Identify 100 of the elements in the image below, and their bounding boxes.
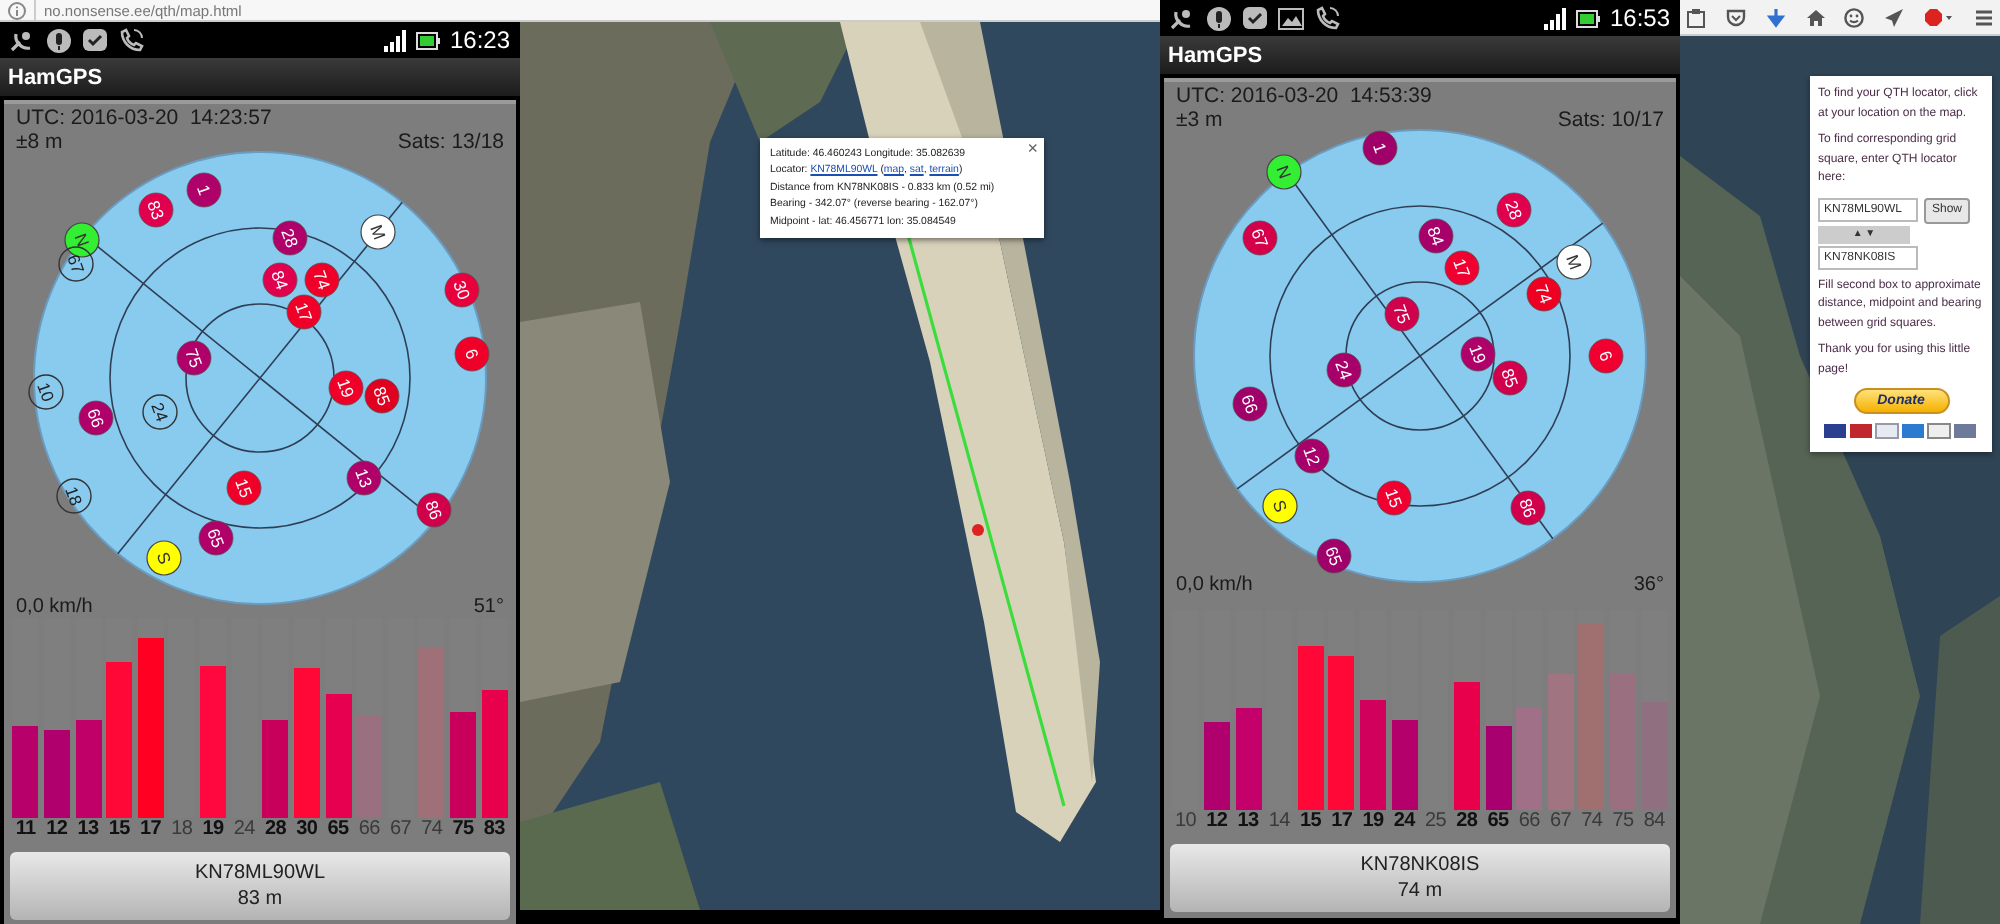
satellite-marker: 28 bbox=[1496, 192, 1532, 228]
microphone-icon bbox=[1206, 5, 1232, 31]
satellite-number: 24 bbox=[233, 818, 255, 842]
battery-icon bbox=[1575, 9, 1600, 27]
app-title: HamGPS bbox=[0, 58, 520, 96]
app-title: HamGPS bbox=[1160, 36, 1680, 74]
satellite-number: 17 bbox=[140, 818, 162, 842]
satellite-number: 66 bbox=[358, 818, 380, 842]
download-icon[interactable] bbox=[1765, 7, 1786, 27]
info-icon bbox=[8, 1, 26, 19]
satellite-marker: 17 bbox=[286, 294, 322, 330]
locator-button[interactable]: KN78ML90WL 83 m bbox=[10, 852, 510, 920]
satellite-number: 67 bbox=[1550, 810, 1572, 834]
smiley-icon[interactable] bbox=[1844, 7, 1865, 27]
chat-check-icon bbox=[82, 27, 108, 53]
satellite-marker: 19 bbox=[328, 370, 364, 406]
heading-text: 36° bbox=[1633, 574, 1664, 596]
clipboard-icon[interactable] bbox=[1686, 7, 1706, 27]
satellite-marker: 24 bbox=[1326, 352, 1362, 388]
chat-check-icon bbox=[1242, 5, 1268, 31]
satellite-marker: 1 bbox=[186, 172, 222, 208]
phone-icon bbox=[118, 27, 144, 53]
image-icon bbox=[1278, 5, 1304, 31]
satellite-number: 28 bbox=[265, 818, 287, 842]
satellite-number: 75 bbox=[452, 818, 474, 842]
satellite-number: 15 bbox=[108, 818, 130, 842]
compass-marker: M bbox=[360, 214, 396, 250]
satellite-marker: 85 bbox=[1492, 360, 1528, 396]
satellite-number: 84 bbox=[1643, 810, 1665, 834]
satellite-number: 17 bbox=[1331, 810, 1353, 834]
satellite-marker: 65 bbox=[1316, 538, 1352, 574]
close-button[interactable]: × bbox=[1027, 140, 1038, 158]
locator-button[interactable]: KN78NK08IS 74 m bbox=[1170, 844, 1670, 912]
satellite-number: 18 bbox=[171, 818, 193, 842]
satellite-number: 67 bbox=[390, 818, 412, 842]
satellite-icon bbox=[10, 27, 36, 53]
send-icon[interactable] bbox=[1884, 7, 1905, 27]
satellite-marker: 83 bbox=[138, 192, 174, 228]
satellite-marker: 18 bbox=[56, 478, 92, 514]
satellite-marker: 12 bbox=[1294, 438, 1330, 474]
payment-cards-icon bbox=[1823, 422, 1979, 440]
map-drawing[interactable] bbox=[520, 22, 1160, 910]
satellite-number: 13 bbox=[1237, 810, 1259, 834]
satellite-marker: 28 bbox=[272, 220, 308, 256]
satellite-marker: 30 bbox=[444, 272, 480, 308]
satellite-marker: 6 bbox=[1588, 338, 1624, 374]
phone-icon bbox=[1314, 5, 1340, 31]
satellite-marker: 74 bbox=[304, 262, 340, 298]
satellite-number: 10 bbox=[1175, 810, 1197, 834]
battery-icon bbox=[415, 31, 440, 49]
satellite-icon bbox=[1170, 5, 1196, 31]
satellite-number: 11 bbox=[15, 818, 36, 842]
microphone-icon bbox=[46, 27, 72, 53]
satellite-marker: 84 bbox=[262, 262, 298, 298]
clock-time: 16:23 bbox=[449, 26, 510, 54]
compass-marker: N bbox=[1266, 154, 1302, 190]
accuracy-text: ±3 m bbox=[1176, 108, 1223, 132]
accuracy-text: ±8 m bbox=[16, 130, 63, 154]
satellite-marker: 15 bbox=[226, 470, 262, 506]
satellite-number: 75 bbox=[1612, 810, 1634, 834]
signal-icon bbox=[383, 29, 406, 51]
location-marker bbox=[972, 524, 984, 536]
satellite-number: 83 bbox=[483, 818, 505, 842]
pocket-icon[interactable] bbox=[1725, 7, 1746, 27]
satellite-number: 28 bbox=[1456, 810, 1478, 834]
satellite-marker: 84 bbox=[1418, 218, 1454, 254]
satellite-marker: 13 bbox=[346, 460, 382, 496]
satellite-marker: 24 bbox=[142, 394, 178, 430]
satellite-number: 65 bbox=[327, 818, 349, 842]
menu-icon[interactable] bbox=[1973, 7, 1994, 27]
speed-text: 0,0 km/h bbox=[1176, 574, 1253, 596]
satellite-marker: 6 bbox=[454, 336, 490, 372]
utc-time: UTC: 2016-03-20 14:53:39 bbox=[1176, 84, 1434, 108]
satellite-number: 24 bbox=[1393, 810, 1415, 834]
satellite-marker: 10 bbox=[28, 374, 64, 410]
satellite-marker: 75 bbox=[1384, 296, 1420, 332]
compass-marker: S bbox=[1262, 488, 1298, 524]
satellite-number: 12 bbox=[46, 818, 68, 842]
satellite-number: 74 bbox=[421, 818, 443, 842]
signal-icon bbox=[1543, 7, 1566, 29]
satellite-count: Sats: 10/17 bbox=[1557, 108, 1664, 132]
satellite-number: 19 bbox=[1362, 810, 1384, 834]
satellite-number: 14 bbox=[1268, 810, 1290, 834]
satellite-marker: 75 bbox=[176, 340, 212, 376]
heading-text: 51° bbox=[473, 596, 504, 618]
home-icon[interactable] bbox=[1805, 7, 1826, 27]
speed-text: 0,0 km/h bbox=[16, 596, 93, 618]
satellite-number: 30 bbox=[296, 818, 318, 842]
satellite-number: 65 bbox=[1487, 810, 1509, 834]
clock-time: 16:53 bbox=[1609, 4, 1670, 32]
satellite-marker: 1 bbox=[1362, 130, 1398, 166]
satellite-number: 25 bbox=[1425, 810, 1447, 834]
satellite-marker: 86 bbox=[416, 492, 452, 528]
satellite-marker: 66 bbox=[1232, 386, 1268, 422]
stop-sign-icon[interactable] bbox=[1924, 7, 1955, 27]
satellite-marker: 66 bbox=[78, 400, 114, 436]
satellite-marker: 67 bbox=[1242, 220, 1278, 256]
satellite-number: 12 bbox=[1206, 810, 1228, 834]
satellite-marker: 74 bbox=[1526, 276, 1562, 312]
satellite-marker: 67 bbox=[58, 246, 94, 282]
